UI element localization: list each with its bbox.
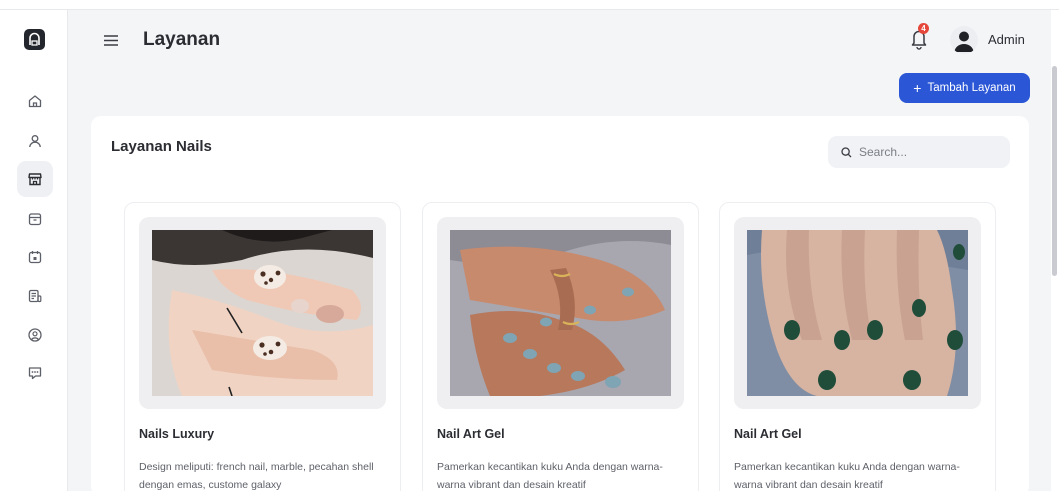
store-icon xyxy=(28,173,42,186)
panel-title: Layanan Nails xyxy=(111,138,212,155)
sidebar-item-archive[interactable] xyxy=(17,201,53,237)
sidebar-item-message[interactable] xyxy=(17,355,53,391)
services-panel: Layanan Nails Search... Nails Luxury Des… xyxy=(91,116,1029,491)
app-logo[interactable] xyxy=(24,29,45,50)
report-icon xyxy=(28,289,42,303)
avatar[interactable] xyxy=(950,26,978,54)
notification-badge: 4 xyxy=(918,23,929,34)
user-name[interactable]: Admin xyxy=(988,32,1025,47)
service-card[interactable]: Nail Art Gel Pamerkan kecantikan kuku An… xyxy=(422,202,699,491)
plus-icon: + xyxy=(913,80,922,96)
service-image[interactable] xyxy=(450,230,671,396)
service-card[interactable]: Nails Luxury Design meliputi: french nai… xyxy=(124,202,401,491)
service-image[interactable] xyxy=(747,230,968,396)
sidebar-item-calendar[interactable] xyxy=(17,239,53,275)
user-icon xyxy=(29,135,41,148)
service-card[interactable]: Nail Art Gel Pamerkan kecantikan kuku An… xyxy=(719,202,996,491)
search-input[interactable] xyxy=(859,142,999,162)
sidebar-item-home[interactable] xyxy=(17,83,53,119)
scrollbar[interactable] xyxy=(1051,10,1059,491)
service-image-frame xyxy=(139,217,386,409)
user-circle-icon xyxy=(28,328,42,342)
home-icon xyxy=(28,95,42,108)
service-description: Pamerkan kecantikan kuku Anda dengan war… xyxy=(437,461,663,491)
sidebar-item-report[interactable] xyxy=(17,278,53,314)
search-icon xyxy=(841,147,852,158)
nails-luxury-photo xyxy=(152,230,373,396)
nail-art-gel-photo xyxy=(450,230,671,396)
sidebar-item-user[interactable] xyxy=(17,123,53,159)
browser-top-strip xyxy=(0,0,1059,10)
user-avatar-icon xyxy=(954,31,974,52)
calendar-icon xyxy=(28,251,42,264)
nail-art-gel-green-photo xyxy=(747,230,968,396)
add-service-label: Tambah Layanan xyxy=(927,82,1016,94)
sidebar xyxy=(0,10,68,491)
archive-icon xyxy=(28,213,42,226)
service-description: Design meliputi: french nail, marble, pe… xyxy=(139,461,374,491)
page-title: Layanan xyxy=(143,29,221,50)
service-name: Nail Art Gel xyxy=(734,427,802,441)
service-name: Nails Luxury xyxy=(139,427,215,441)
search-box[interactable] xyxy=(828,136,1010,168)
service-name: Nail Art Gel xyxy=(437,427,505,441)
service-image[interactable] xyxy=(152,230,373,396)
sidebar-item-profile[interactable] xyxy=(17,317,53,353)
service-image-frame xyxy=(734,217,981,409)
logo-mark-icon xyxy=(29,32,40,46)
scrollbar-thumb[interactable] xyxy=(1052,66,1057,276)
hamburger-menu-icon[interactable] xyxy=(104,35,118,46)
service-description: Pamerkan kecantikan kuku Anda dengan war… xyxy=(734,461,960,491)
service-image-frame xyxy=(437,217,684,409)
sidebar-item-store[interactable] xyxy=(17,161,53,197)
message-icon xyxy=(28,367,42,380)
add-service-button[interactable]: + Tambah Layanan xyxy=(899,73,1030,103)
top-bar: Layanan 4 Admin xyxy=(69,10,1059,70)
